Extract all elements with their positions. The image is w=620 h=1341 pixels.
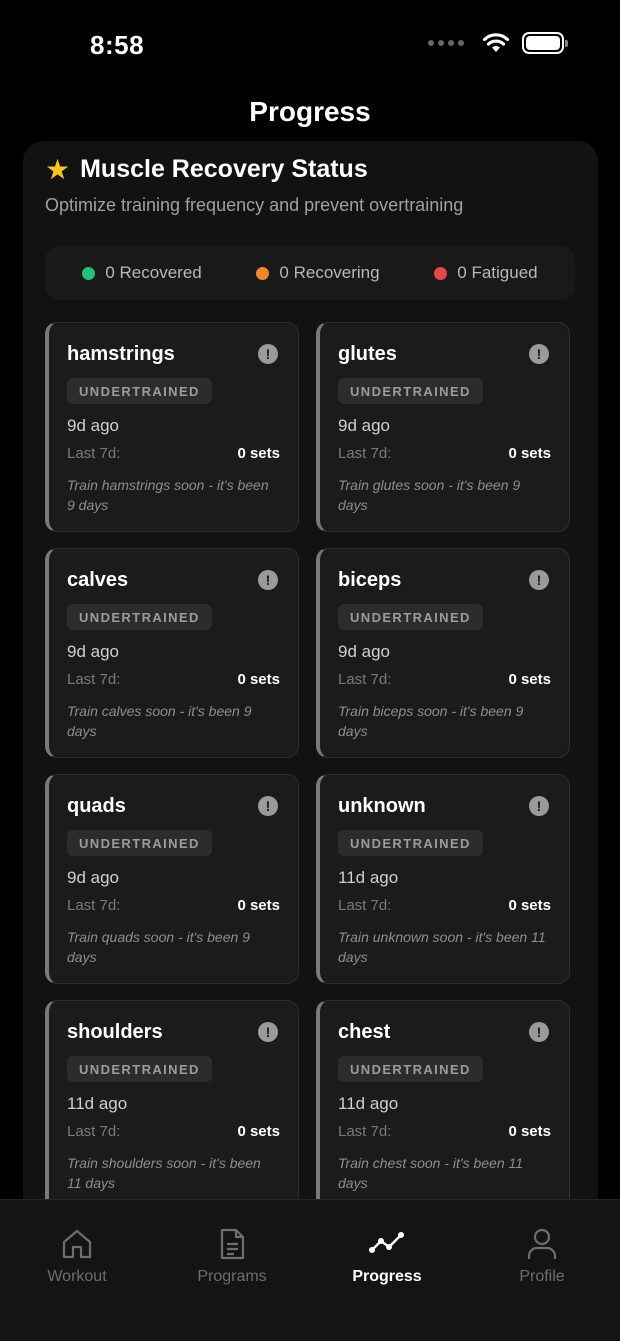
section-title-text: Muscle Recovery Status bbox=[80, 155, 368, 183]
muscle-card[interactable]: quads ! UNDERTRAINED 9d ago Last 7d: 0 s… bbox=[45, 774, 299, 984]
sets-count: 0 sets bbox=[237, 445, 280, 462]
status-badge: UNDERTRAINED bbox=[338, 1056, 483, 1082]
muscle-card[interactable]: unknown ! UNDERTRAINED 11d ago Last 7d: … bbox=[316, 774, 570, 984]
last-trained: 11d ago bbox=[338, 1094, 399, 1113]
tab-programs[interactable]: Programs bbox=[172, 1226, 292, 1286]
sets-count: 0 sets bbox=[237, 897, 280, 914]
sets-count: 0 sets bbox=[508, 897, 551, 914]
signal-icon bbox=[428, 40, 464, 46]
muscle-name: calves bbox=[67, 569, 129, 591]
recommendation-note: Train shoulders soon - it's been 11 days bbox=[67, 1155, 261, 1191]
sets-count: 0 sets bbox=[508, 1123, 551, 1140]
last-7d-label: Last 7d: bbox=[67, 445, 121, 462]
sets-count: 0 sets bbox=[237, 1123, 280, 1140]
last-trained: 11d ago bbox=[338, 868, 399, 887]
alert-icon[interactable]: ! bbox=[258, 570, 278, 590]
muscle-name: shoulders bbox=[67, 1021, 163, 1043]
summary-label: 0 Fatigued bbox=[457, 263, 538, 282]
recommendation-note: Train calves soon - it's been 9 days bbox=[67, 703, 252, 739]
alert-icon[interactable]: ! bbox=[258, 344, 278, 364]
muscle-card[interactable]: biceps ! UNDERTRAINED 9d ago Last 7d: 0 … bbox=[316, 548, 570, 758]
recommendation-note: Train biceps soon - it's been 9 days bbox=[338, 703, 524, 739]
tab-label: Programs bbox=[197, 1268, 267, 1285]
alert-icon[interactable]: ! bbox=[529, 570, 549, 590]
recommendation-note: Train unknown soon - it's been 11 days bbox=[338, 929, 546, 965]
status-time: 8:58 bbox=[90, 30, 145, 60]
trend-icon bbox=[369, 1231, 405, 1254]
recommendation-note: Train chest soon - it's been 11 days bbox=[338, 1155, 524, 1191]
alert-icon[interactable]: ! bbox=[529, 1022, 549, 1042]
alert-icon[interactable]: ! bbox=[258, 1022, 278, 1042]
summary-label: 0 Recovered bbox=[105, 263, 202, 282]
alert-icon[interactable]: ! bbox=[258, 796, 278, 816]
tab-label: Progress bbox=[352, 1268, 422, 1285]
last-trained: 9d ago bbox=[338, 642, 390, 661]
recovery-summary: 0 Recovered 0 Recovering 0 Fatigued bbox=[45, 246, 575, 300]
alert-icon[interactable]: ! bbox=[529, 344, 549, 364]
tab-bar: Workout Programs Progress Profile bbox=[0, 1199, 620, 1341]
last-trained: 9d ago bbox=[67, 868, 119, 887]
summary-recovered: 0 Recovered bbox=[82, 263, 202, 283]
sets-count: 0 sets bbox=[508, 671, 551, 688]
user-icon bbox=[527, 1228, 557, 1259]
status-badge: UNDERTRAINED bbox=[338, 604, 483, 630]
muscle-name: chest bbox=[338, 1021, 391, 1043]
recommendation-note: Train glutes soon - it's been 9 days bbox=[338, 477, 521, 513]
last-7d-label: Last 7d: bbox=[67, 897, 121, 914]
muscle-card[interactable]: calves ! UNDERTRAINED 9d ago Last 7d: 0 … bbox=[45, 548, 299, 758]
battery-icon bbox=[522, 32, 568, 54]
recovering-dot-icon bbox=[256, 266, 270, 280]
muscle-name: quads bbox=[67, 795, 126, 817]
status-badge: UNDERTRAINED bbox=[67, 378, 212, 404]
star-icon: ★ bbox=[45, 153, 71, 185]
status-badge: UNDERTRAINED bbox=[338, 378, 483, 404]
muscle-name: hamstrings bbox=[67, 343, 175, 365]
muscle-card[interactable]: chest ! UNDERTRAINED 11d ago Last 7d: 0 … bbox=[316, 1000, 570, 1210]
tab-workout[interactable]: Workout bbox=[17, 1226, 137, 1286]
summary-label: 0 Recovering bbox=[279, 263, 380, 282]
muscle-card[interactable]: hamstrings ! UNDERTRAINED 9d ago Last 7d… bbox=[45, 322, 299, 532]
status-indicators bbox=[428, 32, 568, 54]
status-badge: UNDERTRAINED bbox=[67, 604, 212, 630]
alert-icon[interactable]: ! bbox=[529, 796, 549, 816]
last-trained: 9d ago bbox=[67, 416, 119, 435]
last-7d-label: Last 7d: bbox=[338, 1123, 392, 1140]
recommendation-note: Train quads soon - it's been 9 days bbox=[67, 929, 250, 965]
page-title: Progress bbox=[249, 96, 371, 127]
last-trained: 11d ago bbox=[67, 1094, 128, 1113]
summary-recovering: 0 Recovering bbox=[256, 263, 380, 283]
status-badge: UNDERTRAINED bbox=[338, 830, 483, 856]
muscle-card[interactable]: shoulders ! UNDERTRAINED 11d ago Last 7d… bbox=[45, 1000, 299, 1210]
status-bar: 8:58 bbox=[0, 0, 620, 90]
last-7d-label: Last 7d: bbox=[67, 671, 121, 688]
last-7d-label: Last 7d: bbox=[338, 897, 392, 914]
status-badge: UNDERTRAINED bbox=[67, 830, 212, 856]
last-7d-label: Last 7d: bbox=[67, 1123, 121, 1140]
tab-label: Workout bbox=[47, 1268, 107, 1285]
document-icon bbox=[220, 1228, 245, 1260]
section-subtitle: Optimize training frequency and prevent … bbox=[45, 195, 464, 215]
muscle-card[interactable]: glutes ! UNDERTRAINED 9d ago Last 7d: 0 … bbox=[316, 322, 570, 532]
status-badge: UNDERTRAINED bbox=[67, 1056, 212, 1082]
muscle-name: biceps bbox=[338, 569, 402, 591]
muscle-name: glutes bbox=[338, 343, 397, 365]
tab-label: Profile bbox=[519, 1268, 565, 1285]
sets-count: 0 sets bbox=[237, 671, 280, 688]
last-7d-label: Last 7d: bbox=[338, 671, 392, 688]
summary-fatigued: 0 Fatigued bbox=[434, 263, 538, 283]
home-icon bbox=[62, 1229, 92, 1259]
sets-count: 0 sets bbox=[508, 445, 551, 462]
tab-progress[interactable]: Progress bbox=[327, 1226, 447, 1286]
muscle-name: unknown bbox=[338, 795, 426, 817]
fatigued-dot-icon bbox=[434, 266, 448, 280]
wifi-icon bbox=[482, 33, 510, 52]
recommendation-note: Train hamstrings soon - it's been 9 days bbox=[67, 477, 269, 513]
recovery-panel: ★ Muscle Recovery Status Optimize traini… bbox=[23, 141, 598, 1221]
last-trained: 9d ago bbox=[67, 642, 119, 661]
last-trained: 9d ago bbox=[338, 416, 390, 435]
recovered-dot-icon bbox=[82, 266, 96, 280]
last-7d-label: Last 7d: bbox=[338, 445, 392, 462]
section-title: ★ Muscle Recovery Status bbox=[45, 155, 368, 184]
tab-profile[interactable]: Profile bbox=[482, 1226, 602, 1286]
